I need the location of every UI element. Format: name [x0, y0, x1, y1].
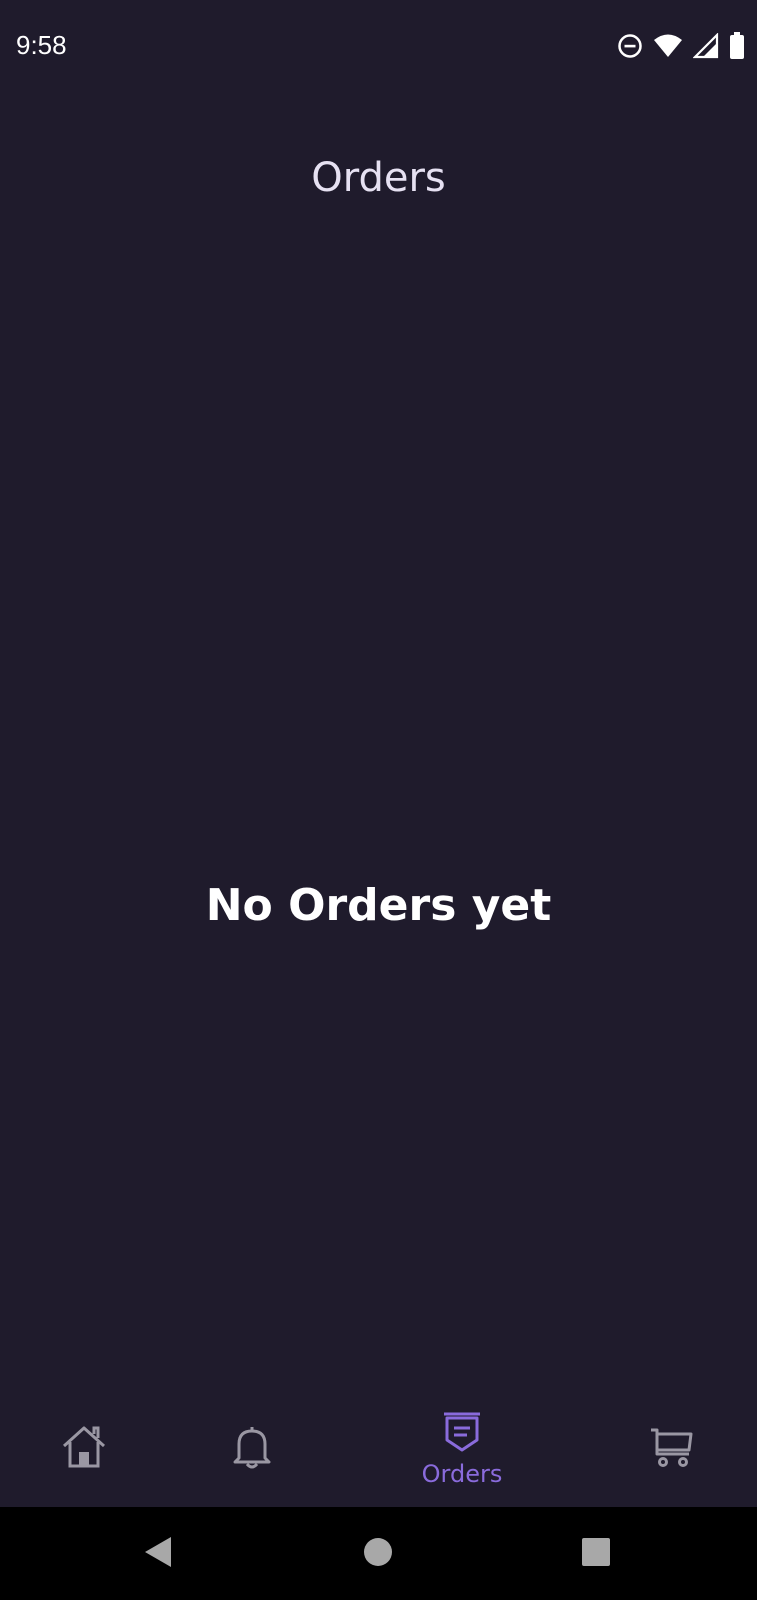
orders-icon: [440, 1410, 484, 1458]
empty-orders-message: No Orders yet: [205, 880, 552, 931]
status-bar: 9:58: [0, 0, 757, 96]
home-circle-icon: [362, 1536, 394, 1572]
recents-icon: [581, 1537, 611, 1571]
wifi-icon: [653, 33, 683, 59]
back-icon: [143, 1535, 173, 1573]
nav-notifications-tab[interactable]: [202, 1392, 302, 1506]
home-icon: [60, 1424, 108, 1474]
cell-signal-icon: [693, 33, 719, 59]
android-home-button[interactable]: [338, 1507, 418, 1600]
android-back-button[interactable]: [118, 1507, 198, 1600]
bell-icon: [231, 1424, 273, 1474]
nav-home-tab[interactable]: [34, 1392, 134, 1506]
nav-orders-tab[interactable]: Orders: [402, 1392, 522, 1506]
battery-icon: [729, 32, 745, 60]
do-not-disturb-icon: [617, 33, 643, 59]
orders-screen: 9:58 Orders No Orders yet Orders: [0, 0, 757, 1600]
android-navigation-bar: [0, 1507, 757, 1600]
nav-orders-label: Orders: [421, 1460, 503, 1488]
bottom-navigation: Orders: [0, 1392, 757, 1506]
status-icons: [617, 32, 745, 60]
status-time: 9:58: [16, 30, 67, 60]
android-recents-button[interactable]: [556, 1507, 636, 1600]
cart-icon: [649, 1424, 695, 1474]
page-title: Orders: [311, 155, 446, 201]
nav-cart-tab[interactable]: [622, 1392, 722, 1506]
